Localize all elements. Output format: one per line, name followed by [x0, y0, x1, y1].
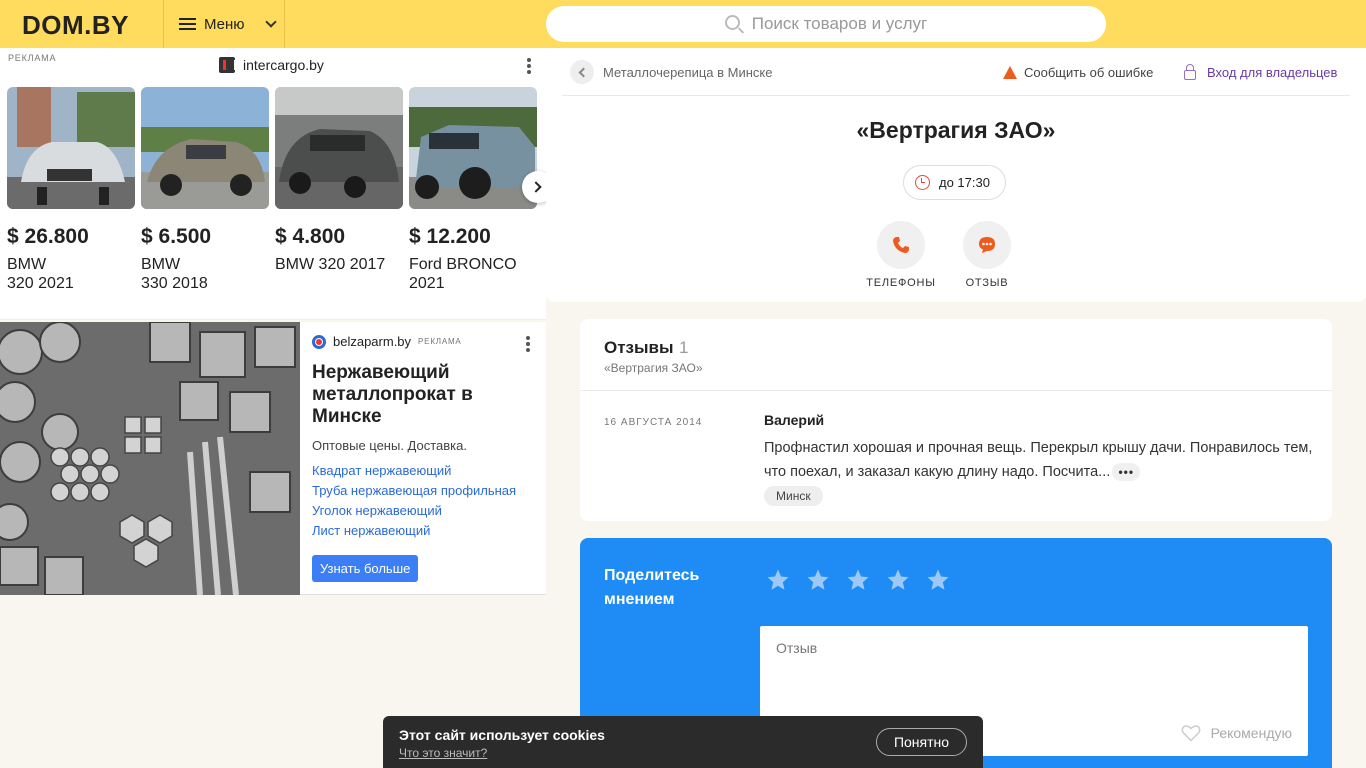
cookie-title: Этот сайт использует cookies — [399, 727, 605, 743]
phone-icon — [877, 221, 925, 269]
divider — [562, 95, 1350, 96]
metal-products-image[interactable] — [0, 322, 300, 595]
expand-review-button[interactable]: ••• — [1112, 463, 1141, 482]
search-placeholder: Поиск товаров и услуг — [751, 14, 928, 33]
report-error-link[interactable]: Сообщить об ошибке — [1003, 65, 1153, 80]
hamburger-icon — [179, 17, 196, 31]
car-card[interactable]: $ 4.800 BMW 320 2017 — [275, 87, 403, 293]
cookie-info-link[interactable]: Что это значит? — [399, 746, 487, 760]
review-author: Валерий — [764, 412, 825, 428]
lock-icon — [1184, 63, 1196, 80]
car-price: $ 4.800 — [275, 225, 346, 248]
menu-label: Меню — [204, 15, 245, 33]
review-button[interactable]: ОТЗЫВ — [947, 221, 1027, 289]
phones-button[interactable]: ТЕЛЕФОНЫ — [861, 221, 941, 289]
owner-login-label: Вход для владельцев — [1207, 65, 1338, 80]
owner-login-link[interactable]: Вход для владельцев — [1184, 63, 1338, 80]
ad-link[interactable]: Уголок нержавеющий — [312, 501, 537, 521]
recommend-label: Рекомендую — [1210, 725, 1292, 741]
reviews-subtitle: «Вертрагия ЗАО» — [604, 361, 703, 375]
ad-label: РЕКЛАМА — [8, 53, 57, 63]
ad-domain: belzaparm.by — [333, 334, 412, 349]
belzaparm-favicon-icon — [312, 334, 326, 349]
review-placeholder: Отзыв — [776, 640, 818, 656]
ad-options-icon[interactable] — [527, 58, 531, 76]
star-icon[interactable] — [766, 568, 790, 592]
intercargo-favicon-icon — [219, 57, 237, 73]
car-price: $ 26.800 — [7, 225, 89, 248]
ad-title[interactable]: Нержавеющий металлопрокат в Минске — [312, 362, 537, 428]
recommend-toggle[interactable]: Рекомендую — [1181, 724, 1292, 742]
car-card[interactable]: $ 26.800 BMW 320 2021 — [7, 87, 135, 293]
back-icon — [570, 60, 594, 84]
chat-bubble-icon — [963, 221, 1011, 269]
metal-ad-block: belzaparm.by РЕКЛАМА Нержавеющий металло… — [0, 322, 546, 595]
share-title: Поделитесь мнением — [604, 567, 700, 608]
chevron-right-icon — [530, 181, 542, 193]
report-error-label: Сообщить об ошибке — [1024, 65, 1154, 80]
car-carousel: $ 26.800 BMW 320 2021 $ 6.500 BMW 330 20… — [7, 87, 537, 293]
reviews-section: Отзывы 1 «Вертрагия ЗАО» 16 АВГУСТА 2014… — [580, 319, 1332, 521]
ad-source[interactable]: intercargo.by — [219, 57, 324, 73]
search-icon — [724, 15, 740, 30]
car-price: $ 6.500 — [141, 225, 212, 248]
car-price: $ 12.200 — [409, 225, 491, 248]
breadcrumb[interactable]: Металлочерепица в Минске — [570, 60, 772, 84]
ad-link[interactable]: Труба нержавеющая профильная — [312, 481, 537, 501]
review-city-tag: Минск — [764, 486, 823, 506]
warning-icon — [1003, 66, 1017, 79]
star-icon[interactable] — [886, 568, 910, 592]
reviews-title: Отзывы — [604, 338, 674, 357]
menu-button[interactable]: Меню — [163, 0, 285, 48]
car-name: BMW 320 2021 — [7, 256, 74, 292]
ad-label: РЕКЛАМА — [418, 337, 462, 346]
ad-domain: intercargo.by — [243, 57, 324, 73]
ad-link[interactable]: Квадрат нержавеющий — [312, 461, 537, 481]
car-name: BMW 330 2018 — [141, 256, 208, 292]
car-name: Ford BRONCO 2021 — [409, 256, 517, 292]
ad-link[interactable]: Лист нержавеющий — [312, 521, 537, 541]
working-hours-label: до 17:30 — [939, 175, 990, 190]
car-photo — [7, 87, 135, 209]
ad-subtitle: Оптовые цены. Доставка. — [312, 438, 467, 453]
site-logo[interactable]: DOM.BY — [22, 10, 129, 41]
star-icon[interactable] — [926, 568, 950, 592]
review-date: 16 АВГУСТА 2014 — [604, 417, 703, 428]
car-photo — [409, 87, 537, 209]
ad-source[interactable]: belzaparm.by РЕКЛАМА — [312, 334, 537, 349]
heart-icon — [1181, 725, 1201, 742]
car-card[interactable]: $ 6.500 BMW 330 2018 — [141, 87, 269, 293]
company-card: Металлочерепица в Минске Сообщить об оши… — [546, 48, 1366, 302]
cookie-banner: Этот сайт использует cookies Что это зна… — [383, 716, 983, 768]
ad-links: Квадрат нержавеющий Труба нержавеющая пр… — [312, 461, 537, 541]
learn-more-button[interactable]: Узнать больше — [312, 555, 419, 582]
rating-stars — [766, 568, 950, 592]
search-input[interactable]: Поиск товаров и услуг — [546, 6, 1106, 42]
ad-options-icon[interactable] — [526, 336, 530, 354]
chevron-down-icon — [264, 15, 277, 28]
reviews-count: 1 — [679, 338, 689, 357]
car-photo — [141, 87, 269, 209]
review-body: Профнастил хорошая и прочная вещь. Перек… — [764, 440, 1313, 480]
page-title: «Вертрагия ЗАО» — [856, 117, 1056, 143]
cookie-accept-button[interactable]: Понятно — [876, 728, 967, 756]
phones-label: ТЕЛЕФОНЫ — [866, 277, 936, 289]
review-text: Профнастил хорошая и прочная вещь. Перек… — [764, 436, 1314, 484]
divider — [580, 390, 1332, 391]
working-hours-badge[interactable]: до 17:30 — [903, 165, 1006, 200]
clock-icon — [915, 175, 930, 190]
review-label: ОТЗЫВ — [965, 277, 1009, 289]
top-header: DOM.BY Меню Поиск товаров и услуг — [0, 0, 1366, 48]
car-photo — [275, 87, 403, 209]
star-icon[interactable] — [846, 568, 870, 592]
star-icon[interactable] — [806, 568, 830, 592]
metal-ad-content: belzaparm.by РЕКЛАМА Нержавеющий металло… — [312, 334, 537, 541]
car-card[interactable]: $ 12.200 Ford BRONCO 2021 — [409, 87, 537, 293]
breadcrumb-label: Металлочерепица в Минске — [603, 64, 773, 80]
car-name: BMW 320 2017 — [275, 256, 386, 273]
car-ad-block: РЕКЛАМА intercargo.by $ 26.800 BMW 320 2… — [0, 48, 554, 320]
